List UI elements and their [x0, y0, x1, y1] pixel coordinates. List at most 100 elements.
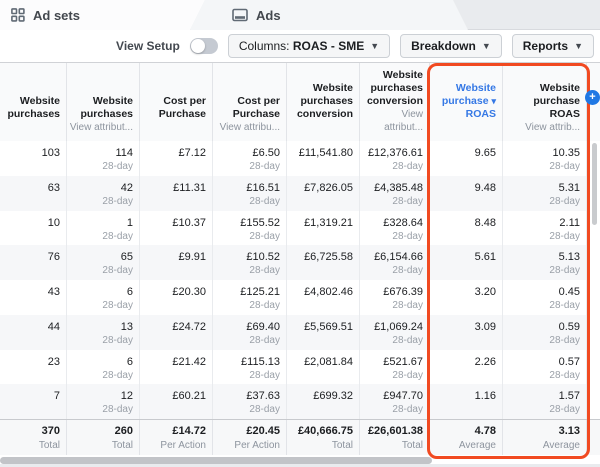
table-cell: £24.72 [140, 314, 213, 350]
cell-attribution-label: 28-day [249, 300, 280, 311]
reports-button-label: Reports [522, 39, 569, 53]
view-setup-toggle[interactable] [189, 38, 218, 54]
cell-attribution-label: 28-day [549, 230, 580, 242]
cell-value: £6,154.66 [374, 251, 423, 264]
table-cell: 7 [0, 384, 67, 419]
footer-value: 260 [114, 425, 133, 437]
footer-cell: 260 Total [67, 420, 140, 455]
cell-value: 2.26 [474, 355, 496, 368]
cell-value: £328.64 [383, 216, 423, 229]
cell-attribution-label: 28-day [549, 369, 580, 381]
table-cell: 5.61 [430, 245, 503, 280]
table-header-cell[interactable]: Cost per Purchase [140, 63, 213, 141]
cell-value: 9.48 [474, 181, 496, 194]
columns-button[interactable]: Columns: ROAS - SME ▼ [227, 34, 391, 58]
table-row: 7 12 28-day £60.21 £37.63 28-day £699.32 £947.7… [0, 384, 600, 419]
table-header-cell[interactable]: Website purchase ▾ ROAS [430, 63, 503, 141]
table-header-cell[interactable]: Website purchases conversion View attribu… [360, 63, 430, 141]
table-cell: £4,385.48 28-day [360, 175, 430, 211]
column-title: Website purchases conversion [366, 69, 423, 107]
table-cell: £947.70 28-day [360, 384, 430, 419]
table-cell: £16.51 28-day [213, 175, 287, 211]
cell-attribution-label: 28-day [549, 404, 580, 416]
table-row: 43 6 28-day £20.30 £125.21 28-day £4,802.46 £67… [0, 280, 600, 315]
row-gutter [587, 280, 600, 315]
cell-attribution-label: 28-day [102, 404, 133, 416]
table-cell: 3.20 [430, 280, 503, 315]
cell-value: £9.91 [178, 251, 206, 264]
cell-value: £21.42 [172, 355, 206, 368]
cell-value: £10.52 [246, 251, 280, 264]
table-cell: 0.59 28-day [503, 314, 587, 350]
table-cell: 6 28-day [67, 280, 140, 315]
table-header-cell[interactable]: Website purchases [0, 63, 67, 141]
add-column-button[interactable]: + [585, 90, 600, 105]
table-cell: £1,069.24 28-day [360, 314, 430, 350]
cell-value: 6 [126, 286, 133, 298]
cell-attribution-label: 28-day [102, 230, 133, 242]
attribution-setting-label: View attribut... [69, 122, 133, 133]
footer-gutter [587, 420, 600, 455]
cell-value: £4,802.46 [304, 286, 353, 298]
table-header-cell[interactable]: Website purchases View attribut... [67, 63, 140, 141]
table-cell: 6 28-day [67, 349, 140, 385]
table-cell: 0.45 28-day [503, 280, 587, 315]
cell-value: 12 [120, 390, 133, 403]
cell-value: £12,376.61 [367, 147, 423, 159]
attribution-setting-label: View attribu... [219, 122, 280, 133]
breakdown-button[interactable]: Breakdown ▼ [400, 34, 502, 58]
table-cell: 23 [0, 349, 67, 385]
table-header-row: Website purchases Website purchases View a… [0, 63, 600, 141]
tab-ads[interactable]: Ads [232, 0, 281, 30]
table-cell: 9.65 [430, 141, 503, 176]
table-cell: 76 [0, 245, 67, 280]
table-header-cell[interactable]: Cost per Purchase View attribu... [213, 63, 287, 141]
cell-value: 5.61 [474, 251, 496, 264]
table-cell: 5.13 28-day [503, 245, 587, 280]
column-title: Website purchase ▾ ROAS [441, 82, 496, 120]
tab-ad-sets-label: Ad sets [33, 7, 80, 23]
reports-button[interactable]: Reports ▼ [511, 34, 594, 58]
table-cell: £10.37 [140, 210, 213, 246]
cell-attribution-label: 28-day [392, 404, 423, 416]
column-title: Website purchase ROAS [533, 82, 580, 120]
table-header-cell[interactable]: Website purchases conversion [287, 63, 360, 141]
tab-ad-sets[interactable]: Ad sets [11, 0, 80, 30]
table-header-cell[interactable]: Website purchase ROAS View attrib... [503, 63, 587, 141]
cell-value: £2,081.84 [304, 355, 353, 368]
cell-value: 63 [47, 181, 60, 194]
vertical-scrollbar-thumb[interactable] [592, 143, 597, 225]
table-cell: 103 [0, 141, 67, 176]
cell-attribution-label: 28-day [549, 161, 580, 172]
columns-button-prefix: Columns: [238, 39, 290, 53]
cell-attribution-label: 28-day [392, 300, 423, 311]
table-cell: £521.67 28-day [360, 349, 430, 385]
table-cell: £6.50 28-day [213, 141, 287, 176]
cell-value: £6.50 [252, 147, 280, 159]
table-cell: £1,319.21 [287, 210, 360, 246]
cell-value: £10.37 [172, 216, 206, 229]
cell-attribution-label: 28-day [549, 195, 580, 207]
table-cell: £11,541.80 [287, 141, 360, 176]
footer-cell: 4.78 Average [430, 420, 503, 455]
cell-value: 1.16 [474, 390, 496, 403]
tab-ads-label: Ads [256, 7, 281, 23]
footer-cell: £40,666.75 Total [287, 420, 360, 455]
table-row: 44 13 28-day £24.72 £69.40 28-day £5,569.51 £1,… [0, 314, 600, 350]
table-cell: 44 [0, 314, 67, 350]
footer-label: Average [542, 440, 580, 451]
cell-value: £24.72 [172, 320, 206, 333]
table-cell: £328.64 28-day [360, 210, 430, 246]
footer-label: Per Action [234, 440, 280, 451]
table-cell: £115.13 28-day [213, 349, 287, 385]
tab-ads-background [190, 0, 468, 30]
row-gutter [587, 349, 600, 385]
horizontal-scrollbar-thumb[interactable] [0, 457, 432, 464]
cell-value: £37.63 [246, 390, 280, 403]
cell-value: 10 [47, 216, 60, 229]
table-cell: £699.32 [287, 384, 360, 419]
table-cell: 2.26 [430, 349, 503, 385]
table-cell: 13 28-day [67, 314, 140, 350]
column-title: Cost per Purchase [232, 95, 280, 120]
cell-attribution-label: 28-day [102, 195, 133, 207]
